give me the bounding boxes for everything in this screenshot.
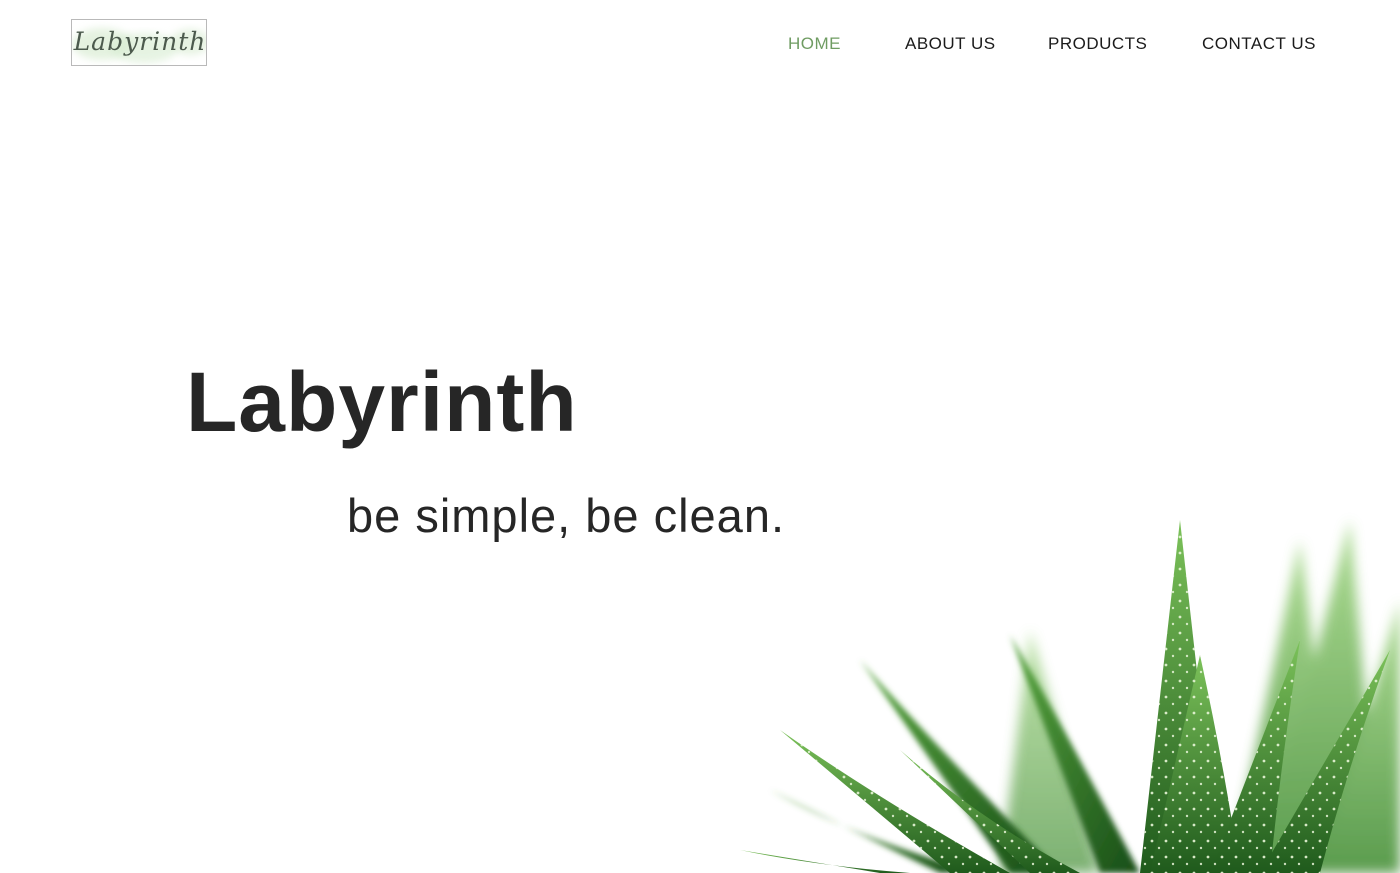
nav-contact-us-link[interactable]: CONTACT US [1202,33,1316,55]
nav-products-link[interactable]: PRODUCTS [1048,33,1147,55]
aloe-plant-image [740,520,1400,873]
hero-title: Labyrinth [186,355,578,449]
logo[interactable]: Labyrinth [71,19,207,66]
nav-about-us-link[interactable]: ABOUT US [905,33,996,55]
nav-home-link[interactable]: HOME [788,33,841,55]
landing-page: Labyrinth HOME ABOUT US PRODUCTS CONTACT… [0,0,1400,873]
logo-text: Labyrinth [73,27,207,56]
